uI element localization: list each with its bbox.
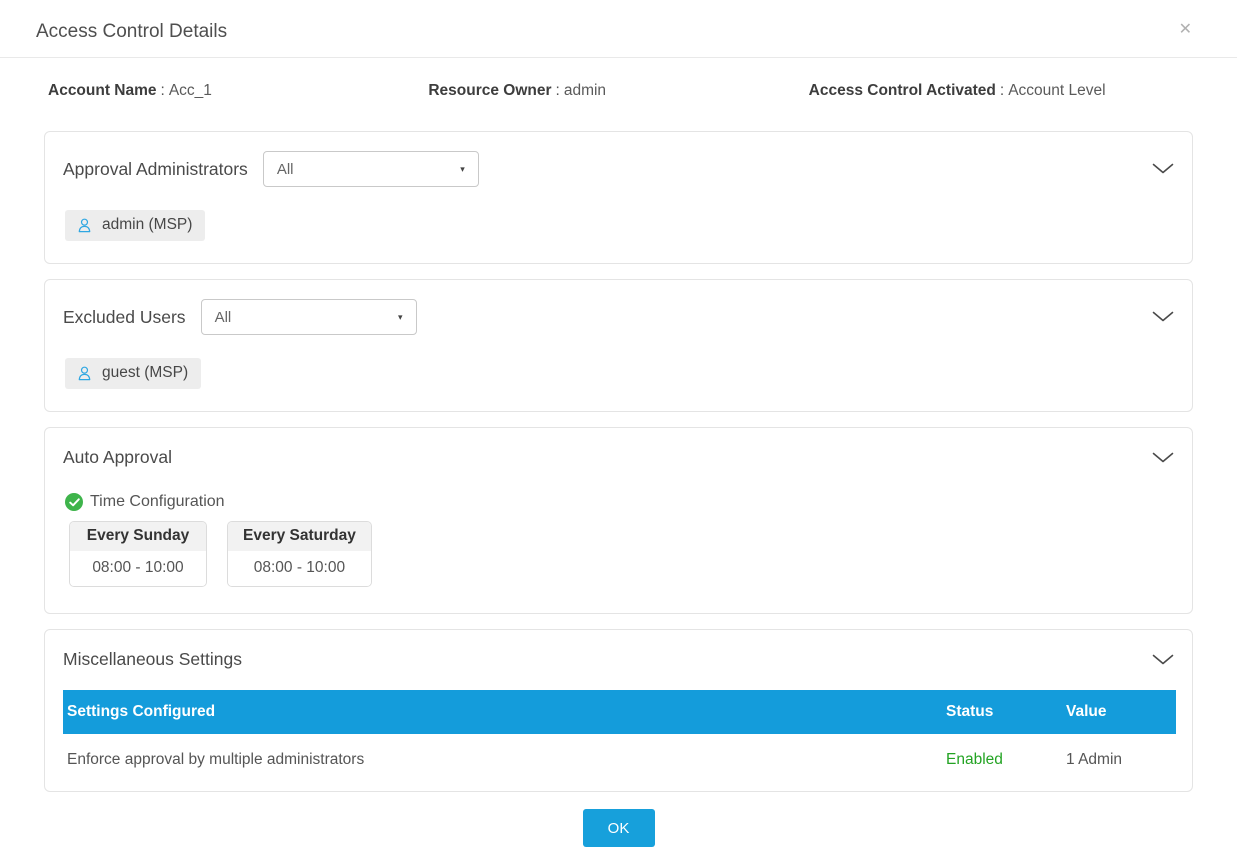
dropdown-arrow-icon: ▾ [460, 164, 465, 175]
schedules-row: Every Sunday 08:00 - 10:00 Every Saturda… [69, 521, 1176, 587]
info-value: Account Level [1008, 82, 1105, 99]
info-label: Access Control Activated [809, 82, 996, 99]
info-field-resource-owner: Resource Owner:admin [428, 82, 808, 100]
panel-title-excluded-users: Excluded Users [63, 307, 186, 328]
info-separator: : [556, 82, 560, 99]
dropdown-arrow-icon: ▾ [398, 312, 403, 323]
modal-header: Access Control Details ✕ [0, 0, 1237, 58]
user-chip-label: admin (MSP) [102, 216, 192, 234]
setting-value: 1 Admin [1066, 751, 1176, 769]
collapse-chevron-icon[interactable] [1150, 450, 1176, 466]
info-field-account-name: Account Name:Acc_1 [48, 82, 428, 100]
check-circle-icon [65, 493, 83, 511]
info-separator: : [161, 82, 165, 99]
approval-admins-filter-select[interactable]: All ▾ [263, 151, 479, 187]
info-value: Acc_1 [169, 82, 212, 99]
user-icon [76, 217, 93, 234]
column-header-value: Value [1066, 703, 1176, 721]
panel-title-auto-approval: Auto Approval [63, 447, 172, 468]
info-field-access-control-activated: Access Control Activated:Account Level [809, 82, 1189, 100]
panel-head: Excluded Users All ▾ [63, 299, 1176, 335]
user-chip-label: guest (MSP) [102, 364, 188, 382]
panel-approval-administrators: Approval Administrators All ▾ admin (MSP… [44, 131, 1193, 264]
panel-miscellaneous-settings: Miscellaneous Settings Settings Configur… [44, 629, 1193, 792]
select-value: All [277, 161, 294, 178]
column-header-status: Status [946, 703, 1066, 721]
table-row: Enforce approval by multiple administrat… [63, 734, 1176, 779]
schedule-day: Every Sunday [70, 522, 206, 551]
time-configuration-row: Time Configuration [65, 493, 1176, 511]
panel-head: Auto Approval [63, 447, 1176, 468]
info-label: Account Name [48, 82, 157, 99]
user-chip-admin[interactable]: admin (MSP) [65, 210, 205, 241]
schedule-card: Every Sunday 08:00 - 10:00 [69, 521, 207, 587]
panel-auto-approval: Auto Approval Time Configuration Every S… [44, 427, 1193, 614]
info-separator: : [1000, 82, 1004, 99]
setting-name: Enforce approval by multiple administrat… [67, 751, 946, 769]
info-row: Account Name:Acc_1 Resource Owner:admin … [0, 58, 1237, 100]
settings-table: Settings Configured Status Value Enforce… [63, 690, 1176, 779]
table-header-row: Settings Configured Status Value [63, 690, 1176, 734]
time-configuration-label: Time Configuration [90, 493, 225, 511]
collapse-chevron-icon[interactable] [1150, 652, 1176, 668]
schedule-time: 08:00 - 10:00 [70, 551, 206, 586]
chip-row: admin (MSP) [65, 210, 1176, 241]
panel-head: Approval Administrators All ▾ [63, 151, 1176, 187]
info-label: Resource Owner [428, 82, 551, 99]
user-chip-guest[interactable]: guest (MSP) [65, 358, 201, 389]
panel-title-miscellaneous-settings: Miscellaneous Settings [63, 649, 242, 670]
chip-row: guest (MSP) [65, 358, 1176, 389]
panel-head: Miscellaneous Settings [63, 649, 1176, 670]
panel-title-approval-administrators: Approval Administrators [63, 159, 248, 180]
collapse-chevron-icon[interactable] [1150, 161, 1176, 177]
page-title: Access Control Details [36, 21, 1201, 43]
schedule-day: Every Saturday [228, 522, 371, 551]
select-value: All [215, 309, 232, 326]
ok-button[interactable]: OK [583, 809, 655, 847]
panel-excluded-users: Excluded Users All ▾ guest (MSP) [44, 279, 1193, 412]
excluded-users-filter-select[interactable]: All ▾ [201, 299, 417, 335]
column-header-settings-configured: Settings Configured [67, 703, 946, 721]
schedule-card: Every Saturday 08:00 - 10:00 [227, 521, 372, 587]
schedule-time: 08:00 - 10:00 [228, 551, 371, 586]
status-badge: Enabled [946, 751, 1066, 769]
modal-footer: OK [0, 809, 1237, 847]
info-value: admin [564, 82, 606, 99]
user-icon [76, 365, 93, 382]
collapse-chevron-icon[interactable] [1150, 309, 1176, 325]
close-icon[interactable]: ✕ [1179, 22, 1192, 38]
